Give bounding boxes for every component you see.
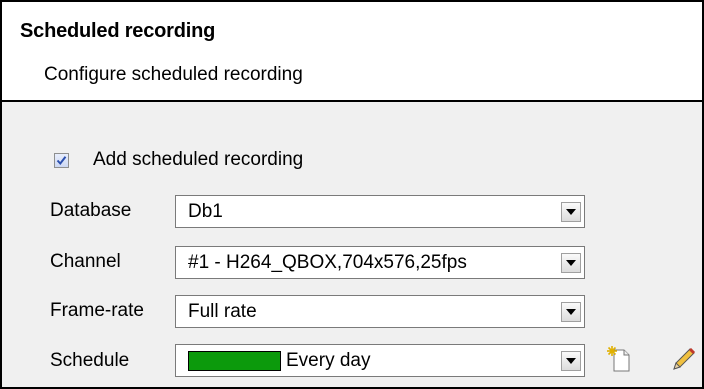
panel-header: Scheduled recording Configure scheduled … (2, 2, 702, 102)
new-document-icon (607, 346, 630, 372)
schedule-label: Schedule (50, 350, 130, 371)
database-label: Database (50, 200, 132, 221)
chevron-down-icon (566, 209, 576, 215)
edit-schedule-button[interactable] (672, 345, 698, 373)
schedule-dropdown[interactable]: Every day (175, 344, 585, 377)
checkmark-icon (56, 155, 67, 165)
page-subtitle: Configure scheduled recording (44, 64, 303, 85)
page-title: Scheduled recording (20, 20, 216, 42)
schedule-value: Every day (286, 350, 371, 371)
frame-rate-value: Full rate (188, 301, 257, 322)
add-scheduled-recording-label: Add scheduled recording (93, 149, 304, 170)
database-dropdown[interactable]: Db1 (175, 195, 585, 228)
schedule-dropdown-arrow[interactable] (561, 351, 581, 371)
new-schedule-button[interactable] (606, 345, 632, 373)
pencil-edit-icon (673, 347, 696, 370)
channel-value: #1 - H264_QBOX,704x576,25fps (188, 252, 467, 273)
add-scheduled-recording-checkbox-row[interactable]: Add scheduled recording (54, 149, 303, 171)
schedule-color-swatch (188, 351, 281, 371)
add-scheduled-recording-checkbox[interactable] (54, 152, 69, 168)
database-value: Db1 (188, 201, 223, 222)
scheduled-recording-panel: Scheduled recording Configure scheduled … (0, 0, 704, 389)
channel-dropdown[interactable]: #1 - H264_QBOX,704x576,25fps (175, 246, 585, 279)
frame-rate-dropdown[interactable]: Full rate (175, 295, 585, 328)
channel-label: Channel (50, 251, 121, 272)
channel-dropdown-arrow[interactable] (561, 253, 581, 273)
chevron-down-icon (566, 260, 576, 266)
frame-rate-label: Frame-rate (50, 300, 144, 321)
chevron-down-icon (566, 358, 576, 364)
frame-rate-dropdown-arrow[interactable] (561, 302, 581, 322)
database-dropdown-arrow[interactable] (561, 202, 581, 222)
chevron-down-icon (566, 309, 576, 315)
